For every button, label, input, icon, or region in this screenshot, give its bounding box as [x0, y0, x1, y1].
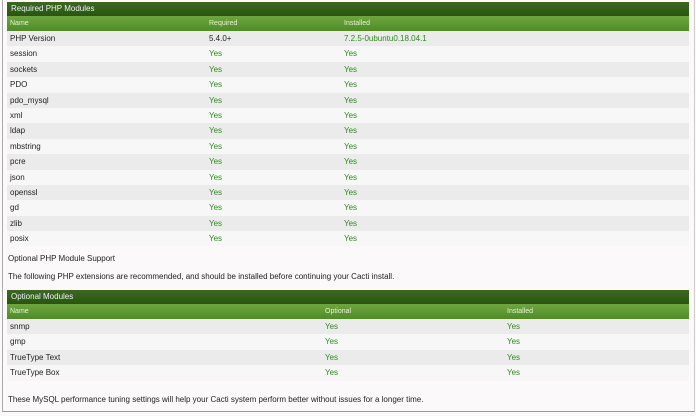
table-row: zlib Yes Yes: [7, 215, 689, 232]
col-name: Name: [10, 308, 29, 315]
cell-value: Yes: [344, 157, 358, 167]
table-row: gmp Yes Yes: [7, 334, 689, 350]
cell-name: mbstring: [10, 141, 41, 151]
cell-value: Yes: [209, 80, 223, 90]
cell-value: Yes: [344, 110, 358, 120]
cell-name: xml: [10, 110, 23, 120]
cell-value: Yes: [344, 203, 358, 213]
cell-name: TrueType Box: [10, 368, 60, 378]
cell-name: posix: [10, 234, 29, 244]
mysql-intro: These MySQL performance tuning settings …: [8, 395, 424, 404]
cell-value: Yes: [209, 203, 223, 213]
cell-value: Yes: [344, 218, 358, 228]
table-row: pcre Yes Yes: [7, 154, 689, 170]
cell-name: sockets: [10, 64, 38, 74]
table-row: json Yes Yes: [7, 169, 689, 185]
cell-value: Yes: [325, 368, 339, 378]
cell-value: Yes: [344, 49, 358, 59]
cell-value: Yes: [209, 234, 223, 244]
table-row: sockets Yes Yes: [7, 61, 689, 78]
cell-value: Yes: [209, 157, 223, 167]
col-installed: Installed: [344, 20, 371, 27]
cell-value: Yes: [344, 234, 358, 244]
col-required: Required: [209, 20, 238, 27]
cell-name: json: [10, 172, 25, 182]
table-header: Name Required Installed: [7, 16, 689, 31]
table-row: mbstring Yes Yes: [7, 138, 689, 155]
optional-heading: Optional PHP Module Support: [8, 254, 116, 263]
cell-value: Yes: [507, 352, 521, 362]
table-row: openssl Yes Yes: [7, 184, 689, 201]
table-title: Optional Modules: [7, 290, 689, 304]
cell-name: snmp: [10, 322, 30, 331]
cell-value: Yes: [507, 337, 521, 347]
cell-value: 5.4.0+: [209, 34, 232, 43]
cell-value: Yes: [209, 64, 223, 74]
cell-name: openssl: [10, 187, 38, 197]
cell-value: Yes: [344, 80, 358, 90]
cell-value: Yes: [325, 337, 339, 347]
col-name: Name: [10, 20, 29, 27]
table-row: posix Yes Yes: [7, 231, 689, 247]
cell-value: Yes: [344, 141, 358, 151]
cell-value: Yes: [344, 95, 358, 105]
optional-modules-table: Optional Modules Name Optional Installed…: [7, 290, 689, 381]
col-installed: Installed: [507, 308, 534, 315]
cell-value: Yes: [209, 172, 223, 182]
cell-name: gd: [10, 203, 19, 213]
cell-name: session: [10, 49, 38, 59]
cell-value: Yes: [344, 187, 358, 197]
cell-name: PHP Version: [10, 34, 56, 43]
cell-value: Yes: [507, 368, 521, 378]
table-row: TrueType Text Yes Yes: [7, 349, 689, 366]
cell-name: gmp: [10, 337, 26, 347]
table-title: Required PHP Modules: [7, 2, 689, 16]
table-header: Name Optional Installed: [7, 304, 689, 319]
table-row: pdo_mysql Yes Yes: [7, 92, 689, 108]
cell-value: Yes: [209, 95, 223, 105]
required-modules-table: Required PHP Modules Name Required Insta…: [7, 2, 689, 247]
cell-name: TrueType Text: [10, 352, 61, 362]
cell-value: Yes: [325, 322, 339, 331]
table-row: xml Yes Yes: [7, 107, 689, 124]
table-row: snmp Yes Yes: [7, 319, 689, 335]
cell-name: PDO: [10, 80, 28, 90]
cell-value: Yes: [344, 126, 358, 136]
col-optional: Optional: [325, 308, 352, 315]
cell-name: pdo_mysql: [10, 95, 49, 105]
cell-value: Yes: [209, 110, 223, 120]
cell-value: Yes: [209, 49, 223, 59]
cell-value: 7.2.5-0ubuntu0.18.04.1: [344, 34, 427, 43]
table-row: TrueType Box Yes Yes: [7, 365, 689, 381]
cell-value: Yes: [344, 64, 358, 74]
cell-value: Yes: [209, 141, 223, 151]
optional-intro: The following PHP extensions are recomme…: [8, 272, 395, 281]
table-row: PHP Version 5.4.0+ 7.2.5-0ubuntu0.18.04.1: [7, 31, 689, 47]
cell-value: Yes: [344, 172, 358, 182]
table-row: gd Yes Yes: [7, 200, 689, 216]
table-row: PDO Yes Yes: [7, 77, 689, 93]
cell-value: Yes: [209, 218, 223, 228]
table-row: session Yes Yes: [7, 46, 689, 62]
cell-value: Yes: [325, 352, 339, 362]
cell-name: zlib: [10, 218, 23, 228]
cell-name: ldap: [10, 126, 26, 136]
cell-value: Yes: [209, 126, 223, 136]
cell-value: Yes: [507, 322, 521, 331]
table-row: ldap Yes Yes: [7, 123, 689, 139]
cell-name: pcre: [10, 157, 26, 167]
cell-value: Yes: [209, 187, 223, 197]
